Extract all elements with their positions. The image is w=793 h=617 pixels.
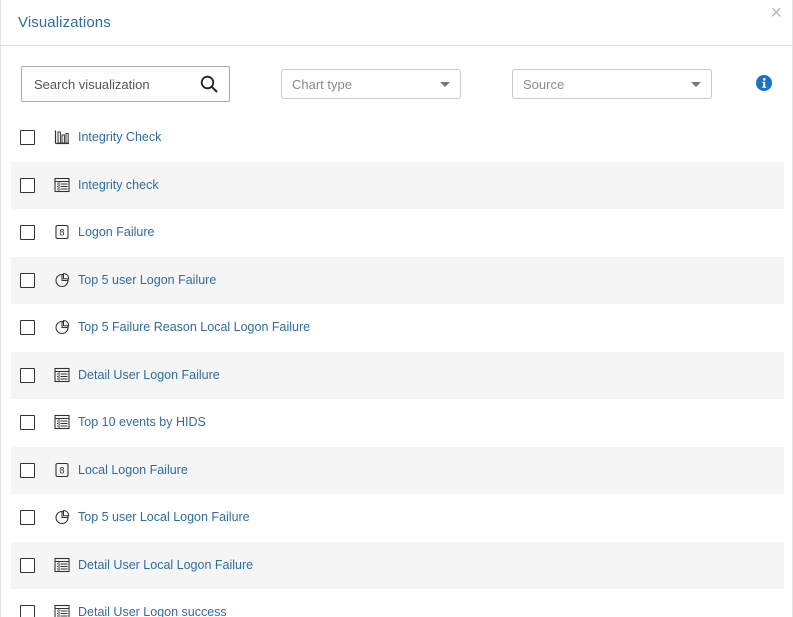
item-checkbox[interactable] — [20, 272, 35, 288]
item-label[interactable]: Logon Failure — [78, 225, 154, 239]
list-item[interactable]: Top 5 user Logon Failure — [11, 256, 784, 304]
table-icon — [54, 367, 70, 383]
modal-header: Visualizations × — [1, 0, 792, 46]
item-checkbox[interactable] — [20, 415, 35, 430]
scrollbar[interactable] — [788, 46, 792, 617]
item-checkbox[interactable] — [20, 367, 35, 383]
item-checkbox[interactable] — [20, 177, 35, 193]
chart-type-placeholder: Chart type — [292, 77, 352, 92]
table-icon — [54, 177, 70, 193]
list-item[interactable]: 8 Logon Failure — [11, 209, 784, 257]
pie-chart-icon — [54, 319, 70, 335]
chart-type-select[interactable]: Chart type — [281, 69, 461, 99]
list-item[interactable]: Detail User Logon Failure — [11, 351, 784, 399]
pie-chart-icon — [54, 272, 70, 288]
search-input[interactable] — [22, 67, 192, 101]
list-item[interactable]: Top 5 Failure Reason Local Logon Failure — [11, 304, 784, 352]
item-checkbox[interactable] — [20, 130, 35, 145]
list-item[interactable]: Top 10 events by HIDS — [11, 399, 784, 447]
item-label[interactable]: Integrity check — [78, 178, 159, 192]
svg-text:8: 8 — [59, 466, 64, 476]
chevron-down-icon — [691, 82, 701, 87]
table-icon — [54, 604, 70, 617]
item-checkbox[interactable] — [20, 605, 35, 617]
list-item[interactable]: Integrity check — [11, 161, 784, 209]
visualizations-modal: Visualizations × Chart type Source Integ… — [0, 0, 793, 617]
item-label[interactable]: Detail User Logon success — [78, 605, 227, 617]
item-checkbox[interactable] — [20, 320, 35, 335]
table-icon — [54, 414, 70, 430]
item-checkbox[interactable] — [20, 462, 35, 478]
modal-title: Visualizations — [18, 14, 111, 31]
info-icon[interactable] — [756, 75, 772, 91]
table-icon — [54, 557, 70, 573]
list-item[interactable]: Integrity Check — [11, 114, 784, 162]
item-label[interactable]: Top 5 Failure Reason Local Logon Failure — [78, 320, 310, 334]
item-label[interactable]: Integrity Check — [78, 130, 161, 144]
source-placeholder: Source — [523, 77, 565, 92]
metric-number-icon: 8 — [54, 224, 70, 240]
pie-chart-icon — [54, 509, 70, 525]
item-label[interactable]: Detail User Local Logon Failure — [78, 558, 253, 572]
list-item[interactable]: 8 Local Logon Failure — [11, 446, 784, 494]
chevron-down-icon — [440, 82, 450, 87]
item-label[interactable]: Top 10 events by HIDS — [78, 415, 206, 429]
item-checkbox[interactable] — [20, 510, 35, 525]
list-item[interactable]: Detail User Local Logon Failure — [11, 541, 784, 589]
item-label[interactable]: Top 5 user Logon Failure — [78, 273, 216, 287]
item-checkbox[interactable] — [20, 225, 35, 240]
list-item[interactable]: Detail User Logon success — [11, 589, 784, 617]
visualization-list: Integrity Check Integrity check 8 Logon Fai… — [11, 114, 784, 617]
svg-text:8: 8 — [59, 229, 64, 239]
source-select[interactable]: Source — [512, 69, 712, 99]
close-icon[interactable]: × — [770, 3, 782, 23]
search-box[interactable] — [21, 66, 230, 102]
item-label[interactable]: Top 5 user Local Logon Failure — [78, 510, 250, 524]
metric-number-icon: 8 — [54, 462, 70, 478]
item-checkbox[interactable] — [20, 557, 35, 573]
list-item[interactable]: Top 5 user Local Logon Failure — [11, 494, 784, 542]
item-label[interactable]: Detail User Logon Failure — [78, 368, 220, 382]
search-icon[interactable] — [200, 75, 218, 93]
item-label[interactable]: Local Logon Failure — [78, 463, 188, 477]
bar-chart-icon — [54, 129, 70, 145]
